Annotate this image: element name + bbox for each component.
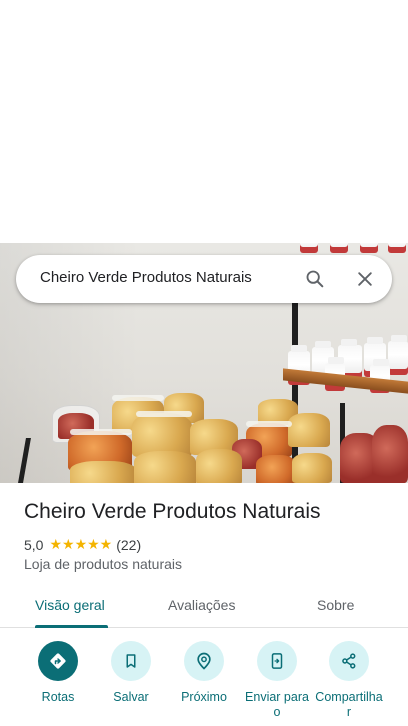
nearby-icon[interactable] [184, 641, 224, 681]
photo-lid [70, 429, 132, 435]
star-rating-icon: ★★★★★ [49, 536, 113, 552]
photo-bottle [388, 335, 408, 375]
tab-about[interactable]: Sobre [317, 597, 354, 613]
close-icon[interactable] [353, 267, 377, 291]
place-category: Loja de produtos naturais [24, 556, 182, 572]
photo-tray [196, 449, 242, 483]
place-info-panel: Cheiro Verde Produtos Naturais 5,0 ★★★★★… [0, 483, 408, 726]
tab-overview[interactable]: Visão geral [35, 597, 105, 613]
save-label: Salvar [113, 690, 149, 704]
rating-row[interactable]: 5,0 ★★★★★ (22) [24, 536, 141, 553]
photo-tray [134, 451, 196, 483]
nearby-label: Próximo [181, 690, 227, 704]
send-to-phone-icon[interactable] [257, 641, 297, 681]
place-tabs: Visão geral Avaliações Sobre [0, 586, 408, 628]
active-tab-indicator [35, 625, 108, 628]
photo-bottle [388, 243, 406, 253]
photo-lid [136, 411, 192, 417]
photo-tray [288, 413, 330, 447]
share-icon[interactable] [329, 641, 369, 681]
directions-icon[interactable] [38, 641, 78, 681]
rating-value: 5,0 [24, 536, 44, 553]
send-to-phone-label: Enviar para o [245, 690, 309, 719]
map-blank-area [0, 0, 408, 243]
directions-label: Rotas [41, 690, 75, 704]
search-bar[interactable]: Cheiro Verde Produtos Naturais [16, 255, 392, 303]
action-buttons-row: Rotas Salvar Próximo Enviar para o Compa… [0, 641, 408, 726]
photo-tray [70, 461, 136, 483]
photo-bottle [360, 243, 378, 253]
share-label: Compartilhar [315, 690, 383, 719]
photo-bottle [330, 243, 348, 253]
search-query-text[interactable]: Cheiro Verde Produtos Naturais [40, 269, 252, 286]
photo-tray [372, 425, 408, 483]
send-to-phone-button[interactable]: Enviar para o [242, 641, 312, 720]
photo-lid [112, 395, 164, 401]
photo-lid [246, 421, 292, 427]
nearby-button[interactable]: Próximo [169, 641, 239, 705]
place-title: Cheiro Verde Produtos Naturais [24, 500, 321, 523]
photo-tray [256, 455, 296, 483]
share-button[interactable]: Compartilhar [314, 641, 384, 720]
review-count[interactable]: (22) [116, 537, 141, 553]
tab-reviews[interactable]: Avaliações [168, 597, 235, 613]
photo-bottle [300, 243, 318, 253]
search-icon[interactable] [303, 267, 327, 291]
bookmark-icon[interactable] [111, 641, 151, 681]
save-button[interactable]: Salvar [96, 641, 166, 705]
directions-button[interactable]: Rotas [23, 641, 93, 705]
photo-tray [292, 453, 332, 483]
